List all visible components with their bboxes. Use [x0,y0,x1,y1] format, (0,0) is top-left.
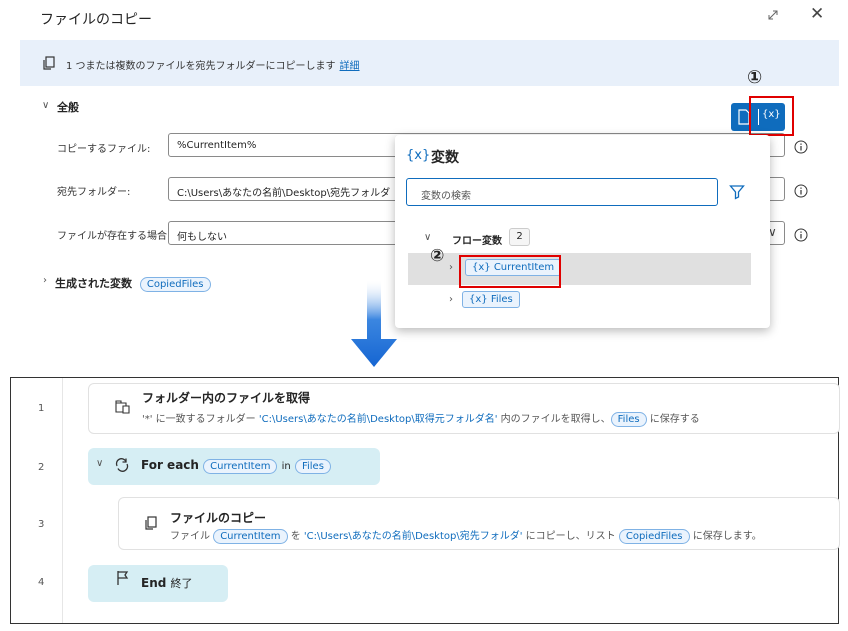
line-number: 4 [38,577,45,588]
desc-text: に保存します。 [692,531,762,542]
chevron-down-icon[interactable]: ∨ [42,100,49,111]
line-number: 2 [38,462,45,473]
destination-folder-path: 'C:\Users\あなたの名前\Desktop\宛先フォルダ' [303,531,523,542]
expand-icon[interactable] [766,8,780,22]
info-text: 1 つまたは複数のファイルを宛先フォルダーにコピーします 詳細 [66,57,360,72]
chevron-right-icon[interactable]: › [449,294,453,305]
details-link[interactable]: 詳細 [340,61,360,72]
loop-icon [115,458,129,472]
close-icon[interactable]: ✕ [810,6,824,23]
for-each-keyword: For each [141,458,199,472]
callout-number-2: ② [430,246,445,266]
currentitem-token[interactable]: CurrentItem [203,459,278,474]
action-description: '*' に一致するフォルダー 'C:\Users\あなたの名前\Desktop\… [142,410,700,427]
chevron-right-icon[interactable]: › [43,275,47,286]
action-title: ファイルのコピー [170,511,267,525]
gutter-divider [62,378,63,623]
flow-variables-count: 2 [509,228,530,246]
flag-icon [117,571,129,585]
files-variable[interactable]: {x} Files [462,291,520,308]
info-circle-icon[interactable] [794,228,808,242]
files-token[interactable]: Files [294,459,331,474]
chevron-down-icon[interactable]: ∨ [96,458,103,469]
currentitem-token[interactable]: CurrentItem [213,529,288,544]
desc-text: にコピーし、リスト [525,531,616,542]
end-row: End 終了 [141,575,193,591]
info-circle-icon[interactable] [794,140,808,154]
variable-search-input[interactable]: 変数の検索 [406,178,718,206]
copy-icon [43,56,55,70]
variable-icon: {x} [406,148,431,163]
line-number: 1 [38,403,45,414]
desc-text: '*' に一致するフォルダー [142,414,256,425]
in-keyword: in [281,461,291,472]
chevron-down-icon[interactable]: ∨ [424,232,431,243]
desc-text: 内のファイルを取得し、 [500,414,611,425]
highlight-box-2 [459,255,561,288]
for-each-row: For each CurrentItem in Files [141,458,331,474]
end-suffix: 終了 [170,577,193,590]
flow-variables-label[interactable]: フロー変数 [452,232,502,247]
section-title-general[interactable]: 全般 [57,99,79,115]
destination-folder-label: 宛先フォルダー: [57,187,131,198]
line-number: 3 [38,519,45,530]
source-folder-path: 'C:\Users\あなたの名前\Desktop\取得元フォルダ名' [258,414,498,425]
desc-text: を [290,531,301,542]
info-circle-icon[interactable] [794,184,808,198]
dialog-title: ファイルのコピー [40,12,152,28]
copiedfiles-token[interactable]: CopiedFiles [139,277,211,292]
down-arrow-icon [351,281,397,367]
if-file-exists-label: ファイルが存在する場合: [57,231,171,242]
folder-files-icon [115,400,130,414]
copiedfiles-token[interactable]: CopiedFiles [618,529,690,544]
copy-icon [145,516,157,530]
desc-text: ファイル [170,531,210,542]
files-token[interactable]: Files [610,412,647,427]
files-to-copy-label: コピーするファイル: [57,144,151,155]
end-keyword: End [141,576,167,590]
info-description: 1 つまたは複数のファイルを宛先フォルダーにコピーします [66,61,336,72]
action-title: フォルダー内のファイルを取得 [142,391,311,405]
variables-panel-title: 変数 [431,150,459,166]
filter-icon[interactable] [729,184,745,200]
chevron-right-icon[interactable]: › [449,262,453,273]
generated-variables-row[interactable]: 生成された変数 CopiedFiles [55,275,211,292]
desc-text: に保存する [649,414,700,425]
highlight-box-1 [749,96,794,136]
callout-number-1: ① [747,67,763,88]
generated-variables-label: 生成された変数 [55,277,132,290]
action-description: ファイル CurrentItem を 'C:\Users\あなたの名前\Desk… [170,527,762,544]
